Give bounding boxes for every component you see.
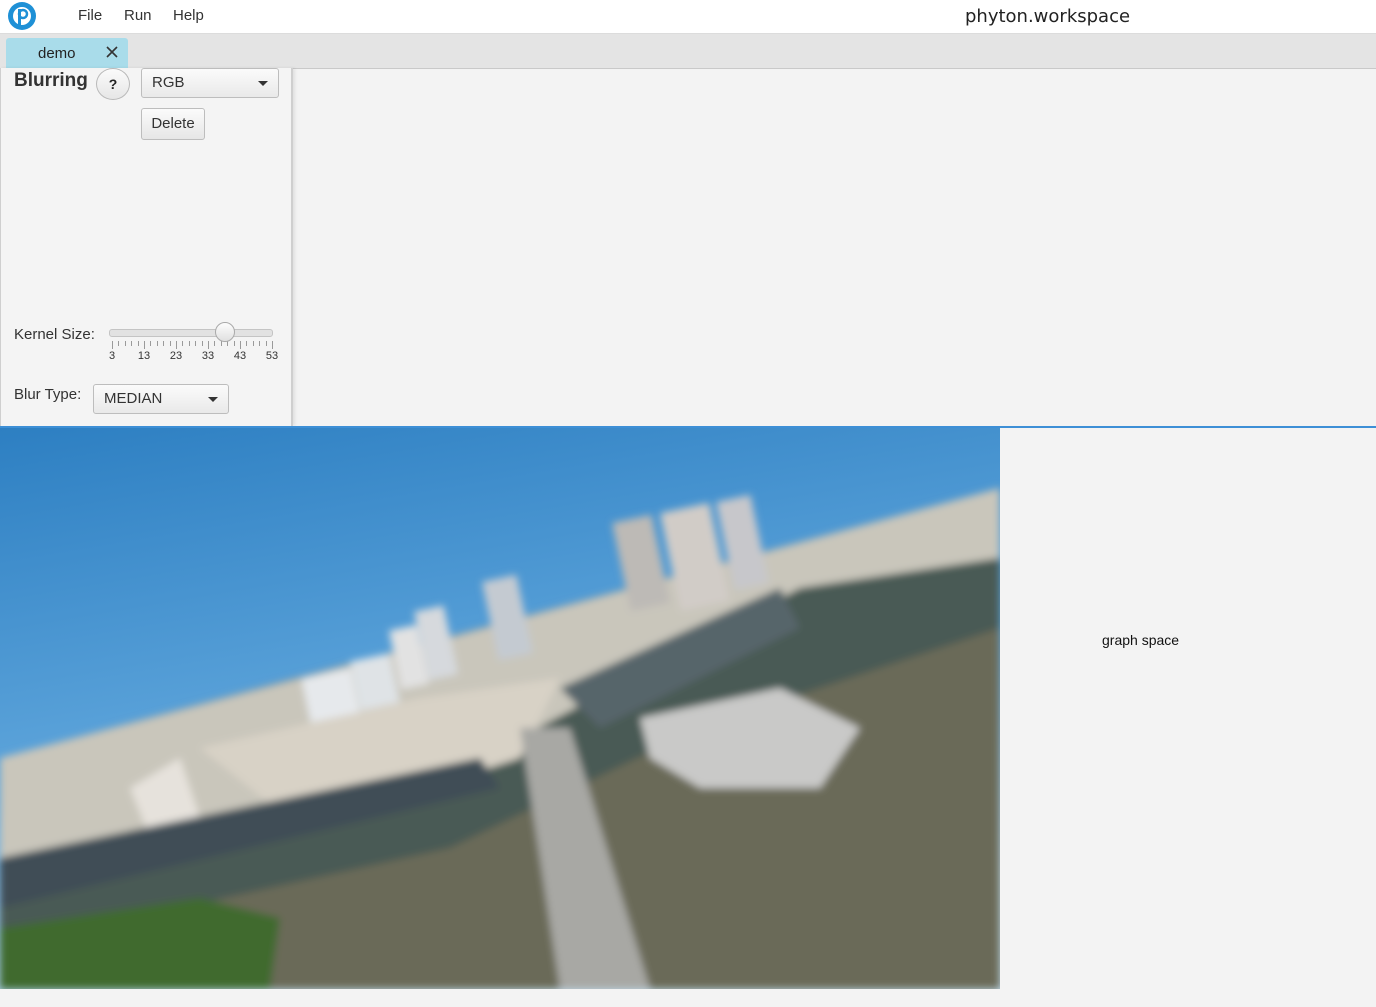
kernel-size-label: Kernel Size: — [14, 326, 95, 343]
slider-tick-label: 43 — [233, 350, 247, 362]
slider-tick — [112, 341, 113, 349]
slider-tick — [201, 341, 203, 346]
slider-thumb[interactable] — [215, 322, 235, 342]
chevron-down-icon — [258, 81, 268, 86]
slider-tick — [124, 341, 126, 346]
chevron-down-icon — [208, 397, 218, 402]
slider-tick — [137, 341, 139, 346]
slider-tick — [156, 341, 158, 346]
tab-label: demo — [38, 45, 76, 62]
slider-tick — [169, 341, 171, 346]
color-mode-value: RGB — [152, 74, 185, 91]
blur-type-label: Blur Type: — [14, 386, 82, 403]
window-title: phyton.workspace — [965, 6, 1131, 27]
slider-tick — [144, 341, 145, 349]
slider-tick — [252, 341, 254, 346]
slider-tick — [195, 341, 197, 346]
slider-ticks — [109, 341, 273, 349]
slider-track — [109, 329, 273, 337]
blur-type-select[interactable]: MEDIAN — [93, 384, 229, 414]
tab-bar: demo — [0, 34, 1376, 69]
slider-tick — [163, 341, 165, 346]
slider-tick — [265, 341, 267, 346]
menu-file[interactable]: File — [78, 7, 102, 24]
menu-bar: File Run Help phyton.workspace — [0, 0, 1376, 34]
slider-tick-label: 33 — [201, 350, 215, 362]
slider-tick — [150, 341, 152, 346]
slider-tick — [176, 341, 177, 349]
slider-tick — [220, 341, 222, 346]
graph-space-label: graph space — [1102, 632, 1180, 648]
slider-tick — [240, 341, 241, 349]
slider-tick — [208, 341, 209, 349]
slider-tick-label: 3 — [108, 350, 116, 362]
image-preview — [0, 428, 1000, 989]
menu-run[interactable]: Run — [124, 7, 152, 24]
color-mode-select[interactable]: RGB — [141, 68, 279, 98]
app-logo-icon — [8, 2, 36, 30]
slider-tick — [131, 341, 133, 346]
slider-tick — [246, 341, 248, 346]
slider-tick — [214, 341, 216, 346]
blurring-node-panel: Blurring ? RGB Delete Kernel Size: 3 13 23… — [0, 68, 293, 426]
menu-help[interactable]: Help — [173, 7, 204, 24]
slider-tick — [182, 341, 184, 346]
node-title: Blurring — [14, 70, 88, 91]
slider-tick — [272, 341, 273, 349]
slider-tick — [188, 341, 190, 346]
slider-tick-label: 23 — [169, 350, 183, 362]
blur-type-value: MEDIAN — [104, 390, 163, 407]
slider-tick — [233, 341, 235, 346]
slider-tick — [227, 341, 229, 346]
close-icon[interactable] — [104, 44, 120, 60]
kernel-size-slider[interactable]: 3 13 23 33 43 53 — [108, 322, 278, 372]
slider-tick — [118, 341, 120, 346]
delete-button[interactable]: Delete — [141, 108, 205, 140]
slider-tick — [259, 341, 261, 346]
slider-tick-label: 13 — [137, 350, 151, 362]
slider-tick-label: 53 — [265, 350, 279, 362]
help-button[interactable]: ? — [96, 68, 130, 100]
tab-demo[interactable]: demo — [6, 38, 128, 68]
